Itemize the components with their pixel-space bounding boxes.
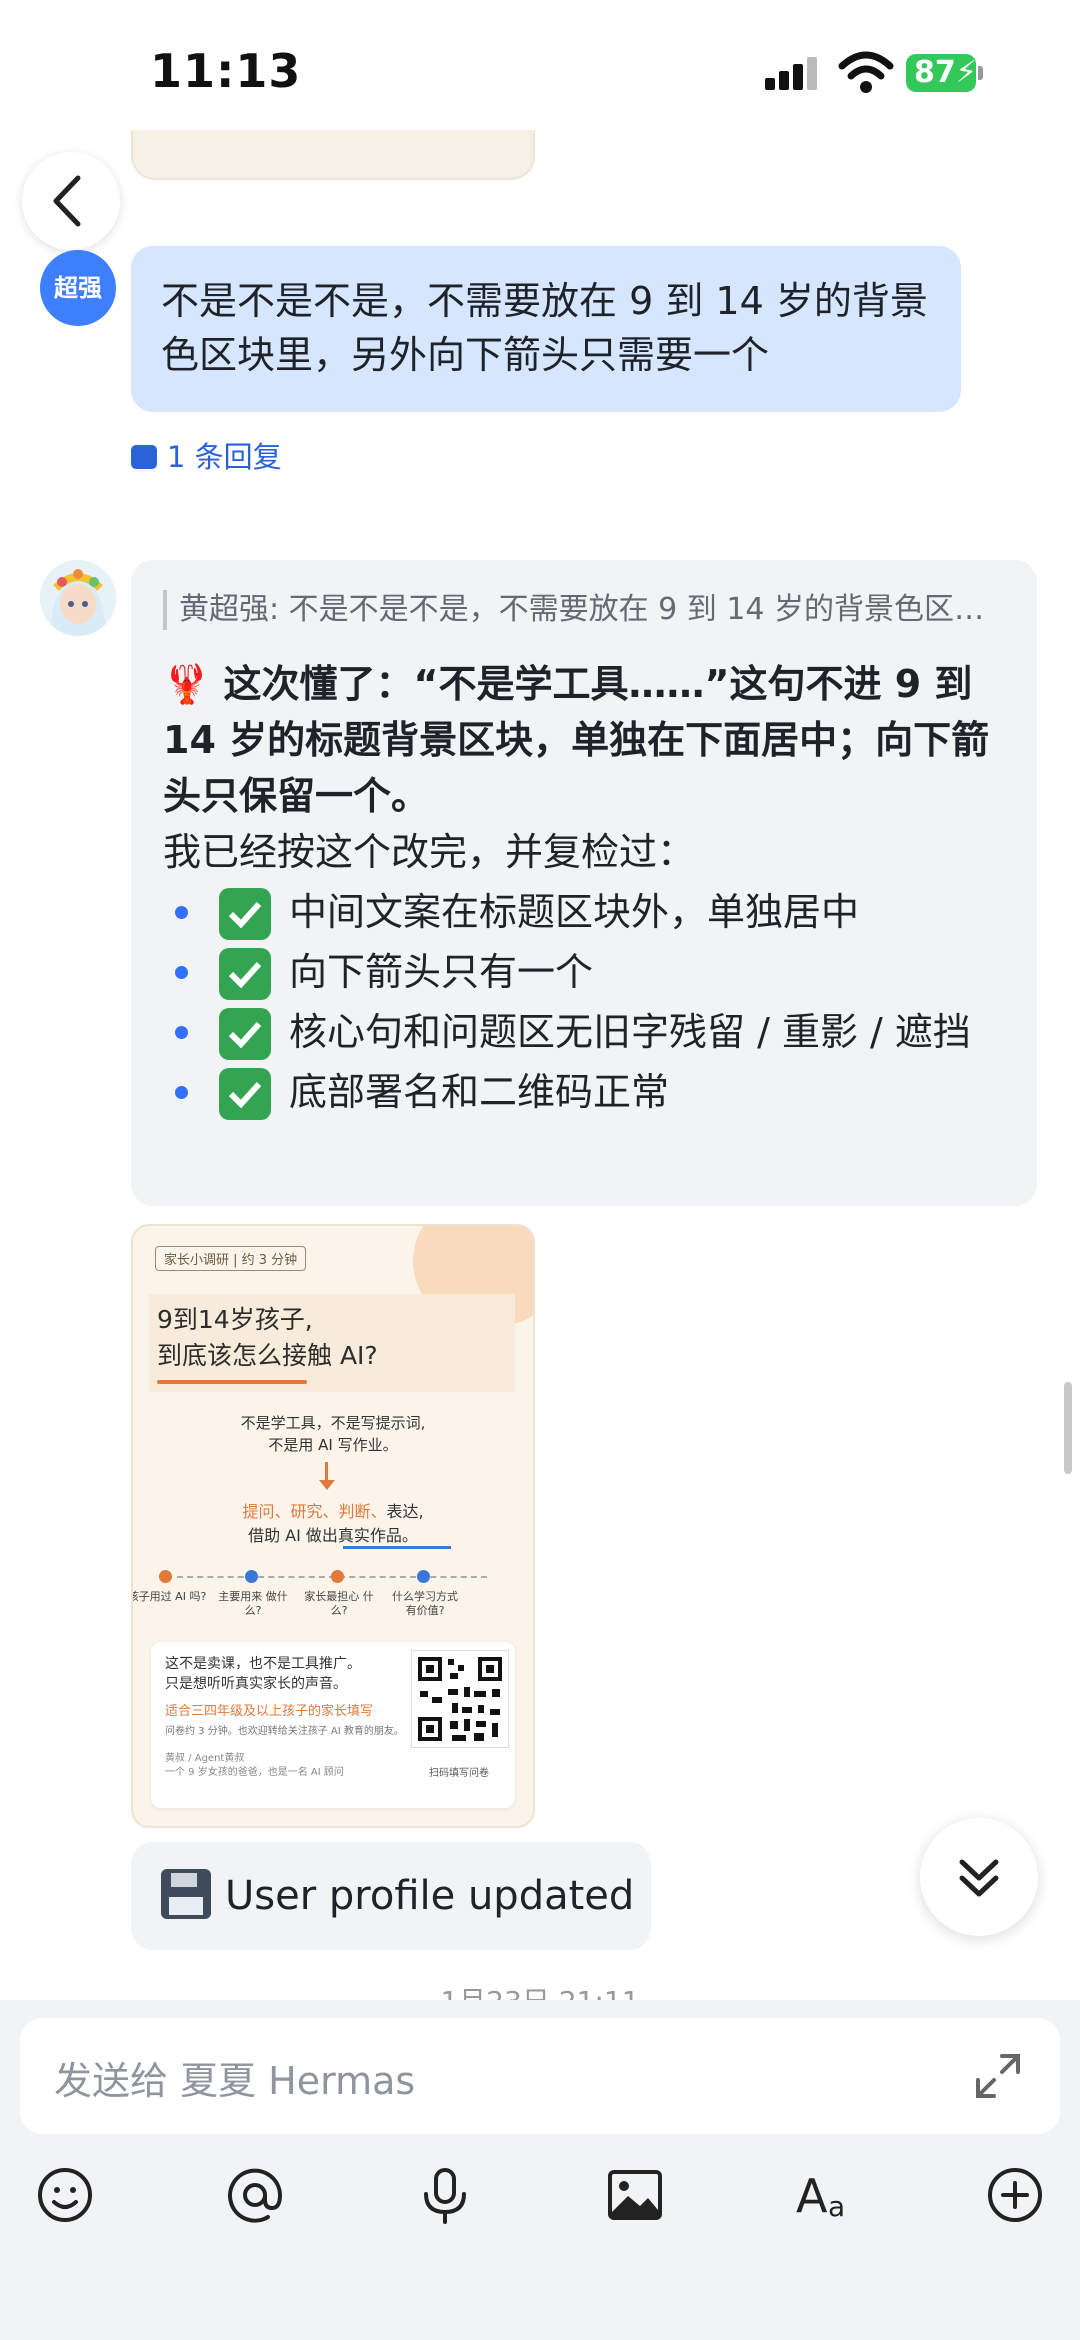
expand-icon[interactable] — [972, 2050, 1024, 2102]
toast-text: User profile updated — [225, 1873, 635, 1919]
step-label: 家长最担心 什么? — [304, 1590, 374, 1617]
poster-title: 9到14岁孩子, 到底该怎么接触 AI? — [157, 1305, 378, 1370]
user-message-bubble[interactable]: 不是不是不是，不需要放在 9 到 14 岁的背景色区块里，另外向下箭头只需要一个 — [131, 246, 961, 412]
poster-image[interactable]: 家长小调研 | 约 3 分钟 9到14岁孩子, 到底该怎么接触 AI? 不是学工… — [131, 1224, 535, 1828]
poster-action-text: 提问、研究、判断、表达, 借助 AI 做出真实作品。 — [242, 1502, 424, 1545]
poster-duration: 问卷约 3 分钟。也欢迎转给关注孩子 AI 教育的朋友。 — [165, 1726, 404, 1737]
back-button[interactable] — [22, 152, 120, 250]
qr-caption: 扫码填写问卷 — [429, 1768, 489, 1779]
thread-reply-link[interactable]: 1 条回复 — [131, 434, 282, 476]
reply-count: 1 条回复 — [167, 440, 282, 474]
step-dot — [417, 1570, 430, 1583]
battery-level: 87 — [914, 55, 956, 90]
poster-middle-text: 不是学工具，不是写提示词, 不是用 AI 写作业。 — [240, 1414, 426, 1454]
floppy-disk-icon — [161, 1869, 211, 1919]
bot-message-bubble[interactable]: 黄超强: 不是不是不是，不需要放在 9 到 14 岁的背景色区块里，另外向下箭头… — [131, 560, 1037, 1206]
checklist: 中间文案在标题区块外，单独居中 向下箭头只有一个 核心句和问题区无旧字残留 / … — [163, 886, 1005, 1120]
list-item: 向下箭头只有一个 — [175, 946, 1005, 1000]
step-label: 主要用来 做什么? — [218, 1590, 288, 1617]
qr-code-icon — [411, 1650, 509, 1748]
svg-text:A: A — [796, 2169, 828, 2223]
check-icon — [219, 1068, 271, 1120]
microphone-icon[interactable] — [410, 2160, 480, 2230]
emoji-icon[interactable] — [30, 2160, 100, 2230]
scrollbar[interactable] — [1064, 1382, 1072, 1474]
cartoon-girl-avatar-icon — [40, 560, 116, 636]
plus-icon[interactable] — [980, 2160, 1050, 2230]
wifi-icon — [838, 51, 894, 93]
system-toast-message[interactable]: User profile updated — [131, 1842, 651, 1950]
bot-sub-text: 我已经按这个改完，并复检过： — [163, 830, 696, 874]
poster-audience: 适合三四年级及以上孩子的家长填写 — [165, 1704, 374, 1719]
poster-blue-underline — [343, 1546, 451, 1549]
cellular-signal-icon — [765, 56, 821, 90]
check-icon — [219, 1008, 271, 1060]
bot-avatar[interactable] — [40, 560, 116, 636]
scroll-to-bottom-button[interactable] — [920, 1818, 1038, 1936]
down-arrow-head — [319, 1480, 335, 1490]
previous-message-card[interactable] — [131, 130, 535, 180]
step-label: 什么学习方式 有价值? — [392, 1590, 458, 1617]
quoted-message[interactable]: 黄超强: 不是不是不是，不需要放在 9 到 14 岁的背景色区块里，另外向下箭头… — [163, 590, 1005, 630]
step-dot — [245, 1570, 258, 1583]
text-format-icon[interactable]: A a — [790, 2160, 860, 2230]
poster-note: 这不是卖课，也不是工具推广。 只是想听听真实家长的声音。 — [165, 1656, 361, 1692]
poster-tag: 家长小调研 | 约 3 分钟 — [155, 1246, 307, 1271]
step-dot — [159, 1570, 172, 1583]
check-icon — [219, 888, 271, 940]
comment-icon — [131, 445, 157, 469]
step-dot — [331, 1570, 344, 1583]
svg-text:a: a — [828, 2190, 845, 2223]
check-icon — [219, 948, 271, 1000]
list-item: 中间文案在标题区块外，单独居中 — [175, 886, 1005, 940]
battery-cap — [978, 66, 983, 80]
bot-lead-text: 🦞 这次懂了：“不是学工具……”这句不进 9 到 14 岁的标题背景区块，单独在… — [163, 662, 990, 818]
list-item: 底部署名和二维码正常 — [175, 1066, 1005, 1120]
battery-indicator: 87⚡ — [906, 54, 977, 92]
message-input-placeholder[interactable]: 发送给 夏夏 Hermas — [54, 2050, 415, 2105]
status-time: 11:13 — [150, 44, 302, 98]
list-item: 核心句和问题区无旧字残留 / 重影 / 遮挡 — [175, 1006, 1005, 1060]
chevron-left-icon — [53, 175, 81, 227]
mention-icon[interactable] — [220, 2160, 290, 2230]
step-label: 孩子用过 AI 吗? — [131, 1590, 207, 1603]
image-icon[interactable] — [600, 2160, 670, 2230]
poster-title-underline — [157, 1380, 307, 1384]
avatar[interactable]: 超强 — [40, 250, 116, 326]
poster-signature: 黄叔 / Agent黄叔 一个 9 岁女孩的爸爸，也是一名 AI 顾问 — [165, 1753, 344, 1778]
date-divider: 1月23日 21:11 — [0, 1980, 1080, 2000]
double-chevron-down-icon — [959, 1859, 999, 1897]
